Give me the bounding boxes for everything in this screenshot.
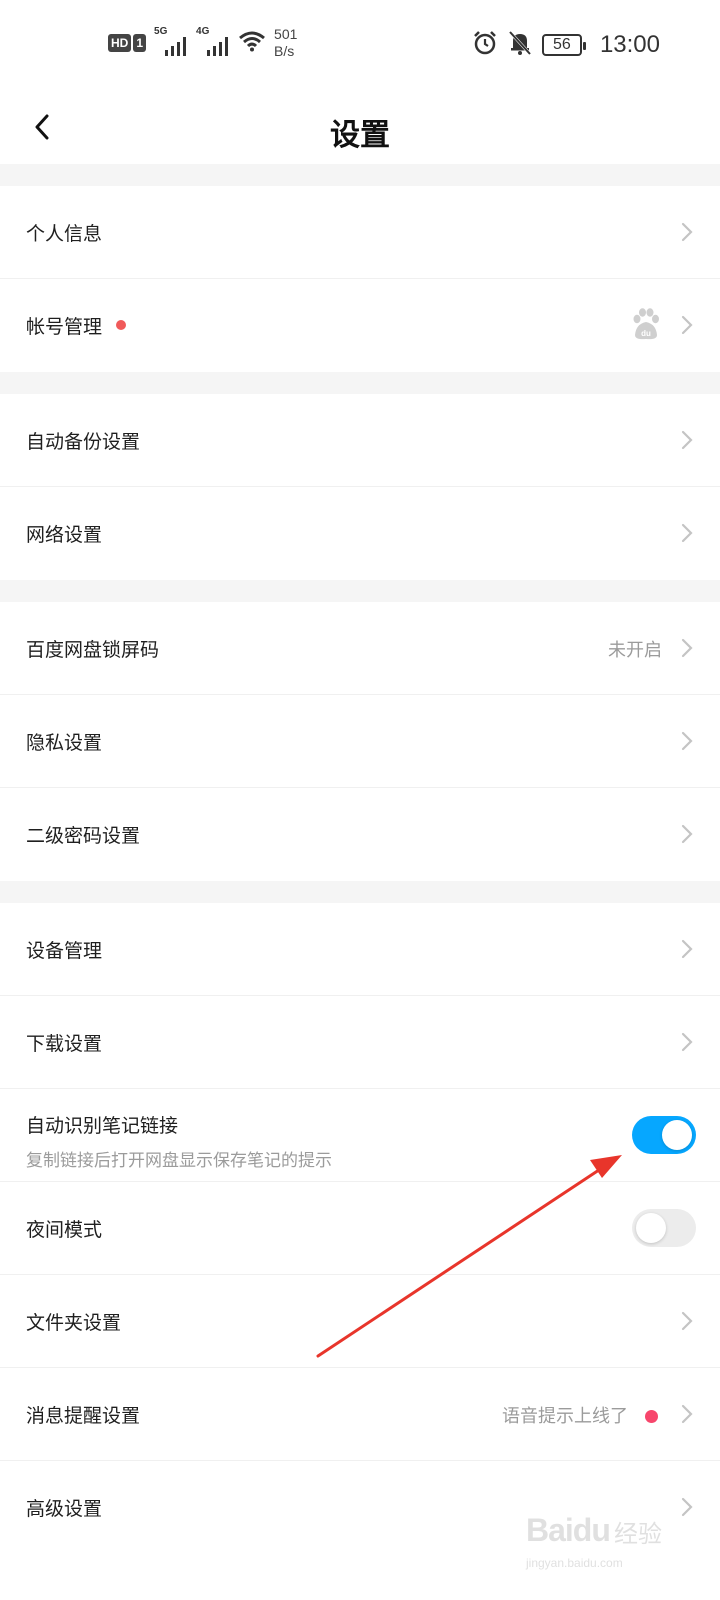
night-mode-toggle[interactable] <box>632 1209 696 1247</box>
row-value: 未开启 <box>608 640 662 661</box>
row-label: 帐号管理 <box>26 316 103 338</box>
chevron-right-icon <box>681 731 693 751</box>
status-bar-right: 56 13:00 <box>472 30 660 60</box>
chevron-right-icon <box>681 1404 693 1424</box>
section-divider <box>0 580 720 602</box>
row-label: 自动备份设置 <box>26 431 141 453</box>
chevron-right-icon <box>681 222 693 242</box>
note-link-toggle[interactable] <box>632 1116 696 1154</box>
row-label: 高级设置 <box>26 1498 103 1520</box>
row-label: 设备管理 <box>26 940 103 962</box>
chevron-right-icon <box>681 315 693 335</box>
row-label: 网络设置 <box>26 524 103 546</box>
settings-row-second-password[interactable]: 二级密码设置 <box>0 788 720 881</box>
chevron-right-icon <box>681 824 693 844</box>
toggle-knob <box>636 1213 666 1243</box>
net-speed-value: 501 <box>274 26 298 42</box>
chevron-right-icon <box>681 523 693 543</box>
chevron-right-icon <box>681 1032 693 1052</box>
settings-row-privacy[interactable]: 隐私设置 <box>0 695 720 788</box>
section-divider <box>0 372 720 394</box>
settings-row-device[interactable]: 设备管理 <box>0 903 720 996</box>
settings-row-auto-backup[interactable]: 自动备份设置 <box>0 394 720 487</box>
signal-5g-icon: 5G <box>154 26 188 56</box>
hd-label: HD <box>108 34 132 52</box>
settings-row-night-mode: 夜间模式 <box>0 1182 720 1275</box>
row-label: 个人信息 <box>26 223 103 245</box>
watermark-logo: Baidu <box>526 1512 611 1548</box>
clock: 13:00 <box>599 31 660 58</box>
row-label: 百度网盘锁屏码 <box>26 639 160 661</box>
notification-dot <box>116 320 126 330</box>
net-speed-unit: B/s <box>274 43 295 59</box>
section-divider <box>0 164 720 186</box>
settings-row-folder[interactable]: 文件夹设置 <box>0 1275 720 1368</box>
toggle-knob <box>662 1120 692 1150</box>
baidu-jingyan-watermark: Baidu 经验 jingyan.baidu.com <box>522 1490 682 1590</box>
row-label: 消息提醒设置 <box>26 1405 141 1427</box>
chevron-right-icon <box>681 939 693 959</box>
alarm-icon <box>472 30 498 60</box>
row-label: 二级密码设置 <box>26 825 141 847</box>
signal-4g-icon: 4G <box>196 26 230 56</box>
svg-text:du: du <box>641 329 651 338</box>
row-label: 夜间模式 <box>26 1219 103 1241</box>
settings-row-account[interactable]: 帐号管理 du <box>0 279 720 372</box>
watermark-brand: 经验 <box>614 1520 662 1548</box>
status-bar-left: HD 1 5G 4G 501 B/s <box>108 26 297 60</box>
chevron-right-icon <box>681 430 693 450</box>
battery-indicator: 56 <box>541 34 586 56</box>
status-bar: HD 1 5G 4G 501 B/s 56 13:00 <box>0 0 720 92</box>
settings-row-network[interactable]: 网络设置 <box>0 487 720 580</box>
settings-row-note-link: 自动识别笔记链接 复制链接后打开网盘显示保存笔记的提示 <box>0 1089 720 1182</box>
settings-row-personal-info[interactable]: 个人信息 <box>0 186 720 279</box>
mute-bell-icon <box>508 30 532 60</box>
hd-badge: HD 1 <box>108 34 147 52</box>
baidu-paw-icon: du <box>633 308 659 340</box>
settings-list: 个人信息 帐号管理 du 自动备份设置 网络设置 百度网盘锁屏码 未开启 隐私设… <box>0 164 720 1554</box>
settings-row-download[interactable]: 下载设置 <box>0 996 720 1089</box>
section-divider <box>0 881 720 903</box>
nav-header: 设置 <box>0 92 720 164</box>
row-subtitle: 复制链接后打开网盘显示保存笔记的提示 <box>26 1151 332 1171</box>
row-label: 文件夹设置 <box>26 1312 122 1334</box>
net-speed: 501 B/s <box>274 26 297 60</box>
row-value: 语音提示上线了 <box>502 1406 628 1427</box>
row-label: 自动识别笔记链接 <box>26 1115 179 1137</box>
sim-number: 1 <box>133 34 147 52</box>
watermark-url: jingyan.baidu.com <box>526 1556 623 1570</box>
page-title: 设置 <box>330 118 390 153</box>
chevron-right-icon <box>681 1497 693 1517</box>
row-label: 下载设置 <box>26 1033 103 1055</box>
wifi-icon <box>238 30 266 56</box>
settings-row-message[interactable]: 消息提醒设置 语音提示上线了 <box>0 1368 720 1461</box>
row-label: 隐私设置 <box>26 732 103 754</box>
notification-dot <box>645 1410 658 1423</box>
chevron-right-icon <box>681 1311 693 1331</box>
settings-row-lock-code[interactable]: 百度网盘锁屏码 未开启 <box>0 602 720 695</box>
battery-level: 56 <box>553 36 571 53</box>
chevron-right-icon <box>681 638 693 658</box>
